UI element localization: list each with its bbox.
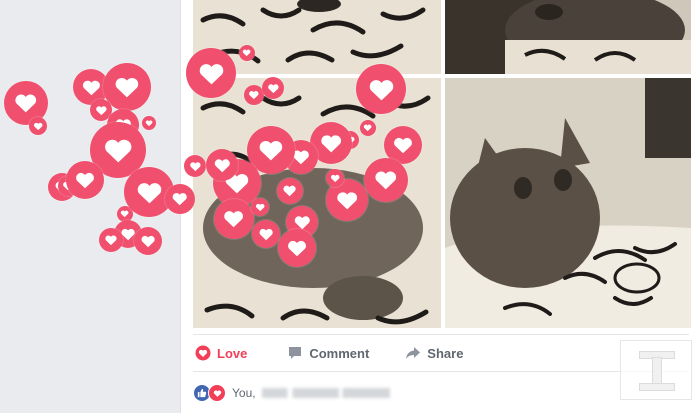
share-label: Share [427,345,464,361]
photo-blanket-top-left[interactable] [193,0,441,74]
share-button[interactable]: Share [405,345,463,361]
photo-cat-bottom-right[interactable] [445,78,691,328]
post-action-bar: Love Comment Share [193,334,689,372]
watermark-logo [620,340,692,400]
reaction-names: You, [232,386,256,400]
comment-label: Comment [309,345,370,361]
love-button[interactable]: Love [195,345,247,361]
blurred-friend-names [261,388,390,398]
comment-button[interactable]: Comment [287,345,369,361]
share-arrow-icon [405,345,421,361]
heart-icon [208,384,226,402]
photo-grid [193,0,691,328]
left-gutter [0,0,180,413]
speech-bubble-icon [287,345,303,361]
heart-outline-icon [195,345,211,361]
photo-cat-bottom-left[interactable] [193,78,441,328]
photo-cat-top-right[interactable] [445,0,691,74]
love-label: Love [217,345,248,361]
reaction-summary[interactable]: You, [193,384,390,402]
